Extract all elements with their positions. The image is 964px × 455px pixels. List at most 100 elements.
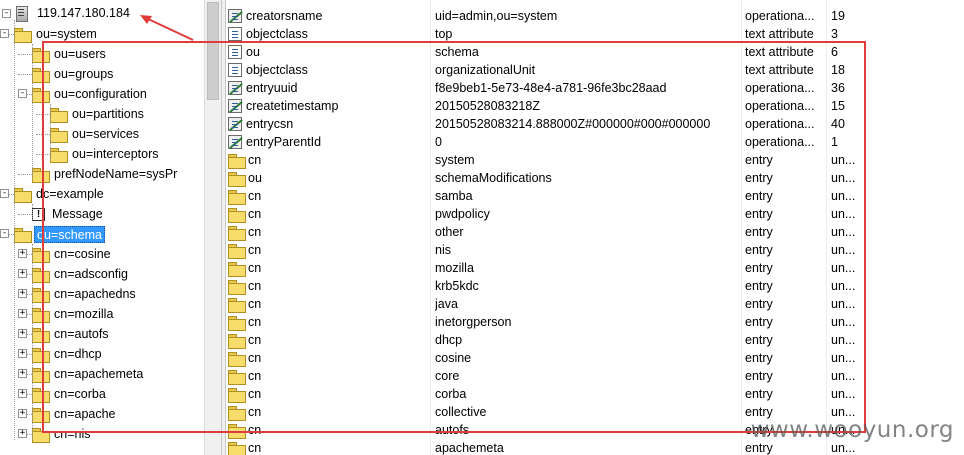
tree-guide-line — [32, 44, 33, 180]
tree-node-label[interactable]: ou=groups — [52, 66, 115, 83]
tree-node[interactable]: cn=apachedns — [32, 284, 138, 304]
list-row[interactable]: entryuuid f8e9beb1-5e73-48e4-a781-96fe3bc… — [226, 79, 964, 97]
expand-toggle-icon[interactable]: + — [18, 329, 27, 338]
tree-node[interactable]: cn=apachemeta — [32, 364, 145, 384]
attribute-name: cn — [248, 279, 262, 293]
collapse-toggle-icon[interactable]: - — [18, 89, 27, 98]
tree-node[interactable]: cn=cosine — [32, 244, 113, 264]
list-row[interactable]: cn cosine entry un... — [226, 349, 964, 367]
list-row[interactable]: cn krb5kdc entry un... — [226, 277, 964, 295]
tree-node[interactable]: ou=schema — [14, 224, 105, 244]
collapse-toggle-icon[interactable]: - — [0, 229, 9, 238]
tree-node[interactable]: cn=apache — [32, 404, 118, 424]
list-row[interactable]: ou schema text attribute 6 — [226, 43, 964, 61]
message-icon: ! — [32, 207, 45, 221]
expand-toggle-icon[interactable]: + — [18, 249, 27, 258]
attribute-value: inetorgperson — [435, 315, 512, 329]
ldap-tree-view[interactable]: - 119.147.180.184 - ou=system ou=users ou=g… — [0, 0, 204, 455]
list-row[interactable]: cn java entry un... — [226, 295, 964, 313]
tree-node-label[interactable]: ou=interceptors — [70, 146, 161, 163]
tree-node[interactable]: cn=mozilla — [32, 304, 115, 324]
tree-node[interactable]: ou=system — [14, 24, 99, 44]
attribute-name-cell: cn — [228, 331, 420, 349]
attribute-list-view[interactable]: creatorsname uid=admin,ou=system operation… — [226, 0, 964, 455]
tree-node-label[interactable]: cn=mozilla — [52, 306, 115, 323]
list-row[interactable]: cn samba entry un... — [226, 187, 964, 205]
tree-node-label[interactable]: ou=configuration — [52, 86, 149, 103]
list-row[interactable]: entrycsn 20150528083214.888000Z#000000#00… — [226, 115, 964, 133]
tree-node-label[interactable]: cn=cosine — [52, 246, 113, 263]
tree-node[interactable]: dc=example — [14, 184, 106, 204]
tree-scrollbar-thumb[interactable] — [207, 2, 219, 100]
expand-toggle-icon[interactable]: + — [18, 429, 27, 438]
list-row[interactable]: cn corba entry un... — [226, 385, 964, 403]
expand-toggle-icon[interactable]: + — [18, 389, 27, 398]
list-row[interactable]: cn dhcp entry un... — [226, 331, 964, 349]
server-address[interactable]: 119.147.180.184 — [35, 5, 132, 22]
tree-node-label[interactable]: prefNodeName=sysPr — [52, 166, 179, 183]
tree-node-label[interactable]: cn=corba — [52, 386, 108, 403]
list-row[interactable]: cn pwdpolicy entry un... — [226, 205, 964, 223]
list-row[interactable]: entryParentId 0 operationa... 1 — [226, 133, 964, 151]
tree-node-label[interactable]: Message — [50, 206, 105, 223]
tree-node[interactable]: prefNodeName=sysPr — [32, 164, 179, 184]
tree-node[interactable]: cn=adsconfig — [32, 264, 130, 284]
attribute-name: cn — [248, 405, 262, 419]
tree-node[interactable]: ou=interceptors — [50, 144, 161, 164]
attribute-name-cell: cn — [228, 403, 420, 421]
tree-node-label[interactable]: ou=services — [70, 126, 141, 143]
list-row[interactable]: creatorsname uid=admin,ou=system operation… — [226, 7, 964, 25]
expand-toggle-icon[interactable]: + — [18, 409, 27, 418]
tree-node-label[interactable]: cn=apache — [52, 406, 118, 423]
operational-attribute-icon — [228, 9, 242, 23]
tree-node[interactable]: ou=groups — [32, 64, 115, 84]
tree-node-label[interactable]: ou=partitions — [70, 106, 146, 123]
attribute-type: entry — [745, 351, 773, 365]
list-row[interactable]: cn other entry un... — [226, 223, 964, 241]
tree-node-label[interactable]: ou=system — [34, 26, 99, 43]
list-row[interactable]: objectclass top text attribute 3 — [226, 25, 964, 43]
list-row[interactable]: cn nis entry un... — [226, 241, 964, 259]
tree-node-label[interactable]: cn=autofs — [52, 326, 111, 343]
tree-node-label[interactable]: cn=apachemeta — [52, 366, 145, 383]
tree-node[interactable]: ou=users — [32, 44, 108, 64]
tree-node[interactable]: cn=dhcp — [32, 344, 104, 364]
tree-node-label[interactable]: cn=adsconfig — [52, 266, 130, 283]
tree-node-label[interactable]: ou=users — [52, 46, 108, 63]
expand-toggle-icon[interactable]: + — [18, 369, 27, 378]
tree-node[interactable]: cn=corba — [32, 384, 108, 404]
tree-vertical-scrollbar[interactable] — [204, 0, 221, 455]
attribute-value: cosine — [435, 351, 472, 365]
tree-node[interactable]: cn=nis — [32, 424, 92, 444]
list-row[interactable]: createtimestamp 20150528083218Z operationa… — [226, 97, 964, 115]
tree-node-label[interactable]: dc=example — [34, 186, 106, 203]
list-row[interactable]: cn mozilla entry un... — [226, 259, 964, 277]
tree-node[interactable]: cn=autofs — [32, 324, 111, 344]
expand-toggle-icon[interactable]: + — [18, 309, 27, 318]
collapse-toggle-icon[interactable]: - — [0, 189, 9, 198]
tree-node-label[interactable]: cn=dhcp — [52, 346, 104, 363]
tree-node[interactable]: ! Message — [32, 204, 105, 224]
expand-toggle-icon[interactable]: + — [18, 269, 27, 278]
list-row[interactable]: ou schemaModifications entry un... — [226, 169, 964, 187]
attribute-value: samba — [435, 189, 473, 203]
attribute-name-cell: cn — [228, 241, 420, 259]
tree-node[interactable]: ou=partitions — [50, 104, 146, 124]
attribute-value: mozilla — [435, 261, 474, 275]
tree-node[interactable]: ou=configuration — [32, 84, 149, 104]
list-row[interactable]: objectclass organizationalUnit text attrib… — [226, 61, 964, 79]
collapse-toggle-icon[interactable]: - — [0, 29, 9, 38]
tree-node-label[interactable]: ou=schema — [34, 225, 105, 243]
folder-icon — [228, 387, 246, 403]
collapse-toggle-icon[interactable]: - — [2, 8, 11, 18]
attribute-size: un... — [831, 261, 856, 275]
tree-node-label[interactable]: cn=apachedns — [52, 286, 138, 303]
list-row[interactable]: cn inetorgperson entry un... — [226, 313, 964, 331]
tree-node-label[interactable]: cn=nis — [52, 426, 92, 443]
list-row[interactable]: cn system entry un... — [226, 151, 964, 169]
list-row[interactable]: cn core entry un... — [226, 367, 964, 385]
expand-toggle-icon[interactable]: + — [18, 289, 27, 298]
expand-toggle-icon[interactable]: + — [18, 349, 27, 358]
tree-root-server[interactable]: - 119.147.180.184 — [2, 3, 132, 23]
tree-node[interactable]: ou=services — [50, 124, 141, 144]
